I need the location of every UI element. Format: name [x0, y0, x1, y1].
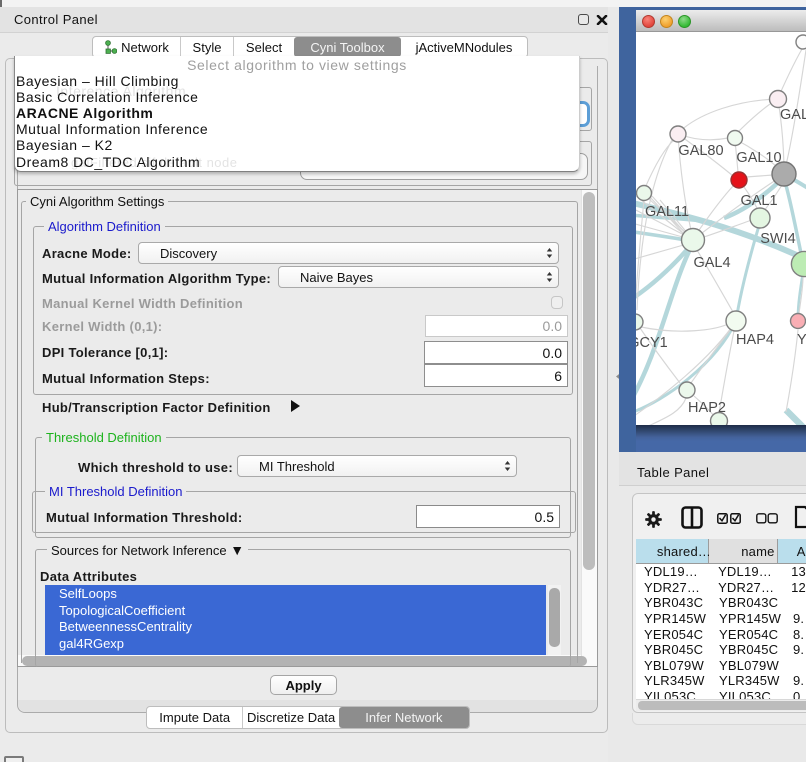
svg-text:Y: Y: [797, 332, 806, 348]
svg-text:GAL11: GAL11: [645, 204, 689, 220]
svg-text:GAL7: GAL7: [780, 107, 806, 123]
svg-text:SWI4: SWI4: [760, 231, 795, 247]
svg-text:GAL80: GAL80: [678, 143, 723, 159]
svg-text:HAP4: HAP4: [736, 332, 774, 348]
svg-text:GAL1: GAL1: [740, 193, 777, 209]
svg-text:GCY1: GCY1: [636, 335, 668, 351]
svg-text:HAP2: HAP2: [688, 400, 726, 416]
svg-text:GAL4: GAL4: [693, 255, 730, 271]
svg-text:GAL10: GAL10: [736, 150, 781, 166]
